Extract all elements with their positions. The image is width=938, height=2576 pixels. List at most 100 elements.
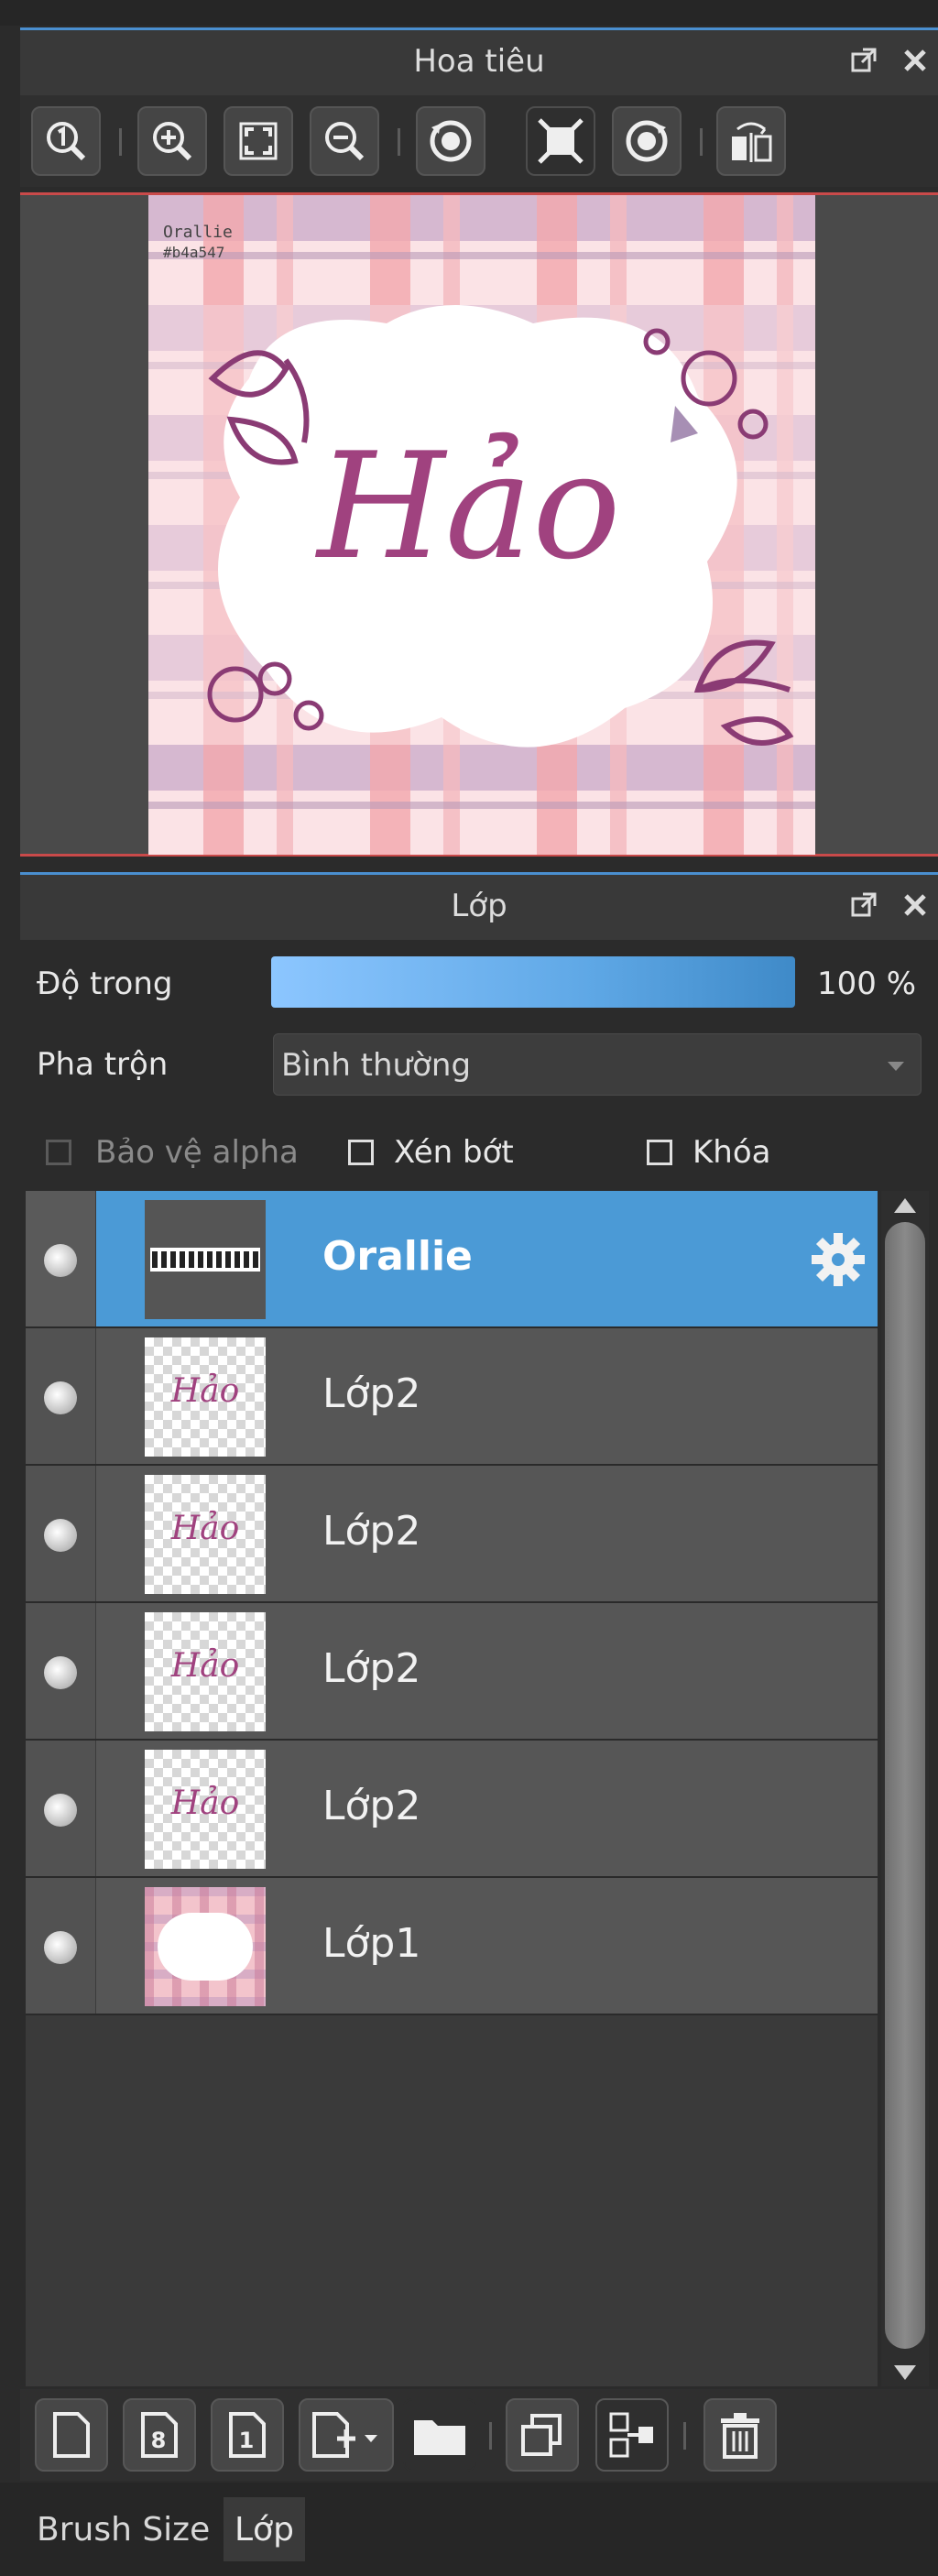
zoom-in-button[interactable] [137,106,207,176]
separator [489,2422,492,2450]
lock-checkbox[interactable] [647,1140,672,1165]
flip-horizontal-button[interactable] [716,106,786,176]
zoom-actual-size-button[interactable] [31,106,101,176]
scroll-thumb[interactable] [885,1222,925,2349]
popout-icon[interactable] [848,45,879,76]
duplicate-layer-button[interactable] [506,2398,579,2472]
layer-name: Lớp2 [322,1783,421,1829]
canvas-text-hex: #b4a547 [163,244,224,261]
zoom-out-icon [325,122,365,161]
canvas-text-orallie: Orallie [163,223,233,242]
visibility-toggle[interactable] [26,1741,96,1876]
navigator-preview[interactable]: Orallie #b4a547 Hảo [20,192,938,857]
add-layer-menu-button[interactable] [299,2398,394,2472]
svg-text:8: 8 [151,2428,167,2453]
tab-brush-size[interactable]: Brush Size [26,2497,221,2561]
separator [700,128,703,156]
visibility-toggle[interactable] [26,1191,96,1326]
visibility-icon [44,1244,77,1277]
navigator-toolbar [20,95,938,187]
visibility-icon [44,1381,77,1414]
visibility-icon [44,1656,77,1689]
folder-icon [414,2420,465,2455]
scroll-up-icon[interactable] [894,1198,916,1213]
layer-scrollbar[interactable] [881,1191,929,2386]
rotate-right-icon [626,120,668,162]
top-strip [0,0,938,26]
chevron-down-icon [888,1062,904,1071]
clipping-label: Xén bớt [394,1134,514,1171]
fit-window-button[interactable] [224,106,293,176]
flip-horizontal-icon [732,122,772,162]
fit-window-icon [239,122,278,160]
blend-mode-value: Bình thường [281,1047,472,1084]
layer-row[interactable]: Orallie [26,1191,878,1328]
scroll-down-icon[interactable] [894,2365,916,2380]
svg-text:1: 1 [239,2428,255,2453]
navigator-header: Hoa tiêu [20,27,938,95]
visibility-toggle[interactable] [26,1466,96,1601]
separator [119,128,122,156]
lock-label: Khóa [693,1134,771,1171]
new-document-icon [53,2412,90,2458]
clipping-option[interactable]: Xén bớt [348,1134,514,1171]
popout-icon[interactable] [848,890,879,921]
canvas-preview: Orallie #b4a547 Hảo [148,195,815,855]
new-8bit-layer-button[interactable]: 8 [123,2398,196,2472]
merge-down-icon [609,2412,653,2458]
opacity-slider[interactable] [271,956,795,1008]
layer-thumbnail [145,1200,266,1319]
layer-thumbnail [145,1887,266,2006]
opacity-label: Độ trong [37,966,173,1002]
trash-icon [721,2413,759,2459]
visibility-icon [44,1931,77,1964]
rotate-right-button[interactable] [612,106,682,176]
close-icon[interactable] [900,45,931,76]
layer-row[interactable]: Hảo Lớp2 [26,1603,878,1741]
layer-row[interactable]: Hảo Lớp2 [26,1741,878,1878]
clipping-checkbox[interactable] [348,1140,374,1165]
protect-alpha-label: Bảo vệ alpha [95,1134,299,1171]
zoom-in-icon [153,122,192,161]
navigator-title: Hoa tiêu [413,43,545,80]
new-1bit-layer-button[interactable]: 1 [211,2398,284,2472]
visibility-icon [44,1519,77,1552]
zoom-one-icon [47,122,86,161]
blend-mode-label: Pha trộn [37,1046,169,1083]
layer-panel-header: Lớp [20,872,938,940]
tab-layer[interactable]: Lớp [224,2497,305,2561]
merge-down-button[interactable] [595,2398,669,2472]
gear-icon[interactable] [810,1231,867,1288]
layer-row[interactable]: Lớp1 [26,1878,878,2015]
layer-thumbnail: Hảo [145,1750,266,1869]
layer-name: Lớp2 [322,1508,421,1555]
layer-1bit-icon: 1 [229,2412,266,2458]
layer-thumbnail: Hảo [145,1612,266,1731]
visibility-toggle[interactable] [26,1878,96,2014]
layer-row[interactable]: Hảo Lớp2 [26,1328,878,1466]
blend-mode-select[interactable]: Bình thường [273,1033,922,1096]
rotate-left-button[interactable] [416,106,485,176]
opacity-value: 100 % [817,966,917,1002]
close-icon[interactable] [900,890,931,921]
protect-alpha-option: Bảo vệ alpha [46,1134,299,1171]
layer-panel-title: Lớp [451,888,507,924]
new-folder-button[interactable] [403,2398,476,2472]
layer-row[interactable]: Hảo Lớp2 [26,1466,878,1603]
visibility-toggle[interactable] [26,1328,96,1464]
visibility-toggle[interactable] [26,1603,96,1739]
protect-alpha-checkbox [46,1140,71,1165]
add-layer-icon [312,2412,377,2458]
reset-view-icon [538,118,584,164]
zoom-out-button[interactable] [310,106,379,176]
layer-name: Lớp2 [322,1370,421,1417]
new-layer-button[interactable] [35,2398,108,2472]
layer-name: Lớp2 [322,1645,421,1692]
delete-layer-button[interactable] [704,2398,777,2472]
separator [398,128,400,156]
layer-thumbnail: Hảo [145,1475,266,1594]
lock-option[interactable]: Khóa [647,1134,770,1171]
layer-list: Orallie Hảo Lớp2 Hảo Lớp2 Hảo Lớp2 Hảo L… [26,1191,878,2386]
reset-view-button[interactable] [526,106,595,176]
duplicate-icon [521,2414,562,2456]
